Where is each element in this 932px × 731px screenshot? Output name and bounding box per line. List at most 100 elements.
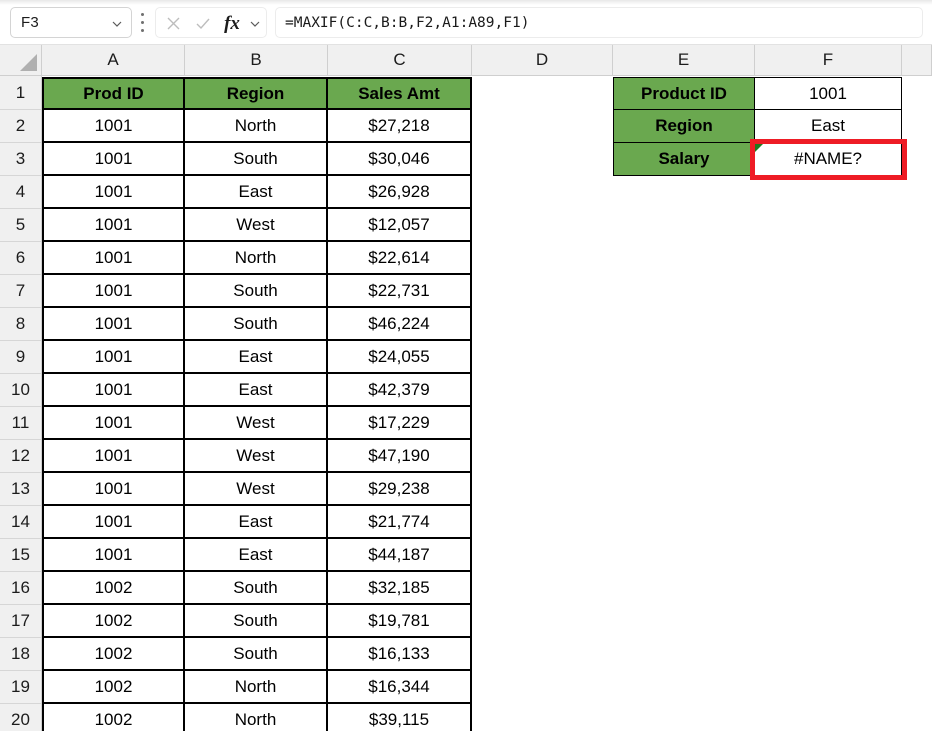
row-header-14[interactable]: 14 (0, 506, 41, 539)
table-cell[interactable]: East (185, 539, 328, 572)
row-header-2[interactable]: 2 (0, 110, 41, 143)
table-cell[interactable]: 1001 (42, 539, 185, 572)
row-header-9[interactable]: 9 (0, 341, 41, 374)
table-cell[interactable]: $24,055 (328, 341, 472, 374)
table-cell[interactable]: West (185, 473, 328, 506)
table-cell[interactable]: East (185, 506, 328, 539)
column-header-c[interactable]: C (328, 45, 472, 75)
row-header-6[interactable]: 6 (0, 242, 41, 275)
column-header-d[interactable]: D (472, 45, 613, 75)
row-header-19[interactable]: 19 (0, 671, 41, 704)
column-header-e[interactable]: E (613, 45, 755, 75)
table-cell[interactable]: South (185, 275, 328, 308)
table-cell[interactable]: $42,379 (328, 374, 472, 407)
check-icon[interactable] (188, 8, 218, 39)
column-header-f[interactable]: F (755, 45, 902, 75)
table-cell[interactable]: $21,774 (328, 506, 472, 539)
row-header-20[interactable]: 20 (0, 704, 41, 731)
table-cell[interactable]: North (185, 242, 328, 275)
error-value-cell[interactable]: #NAME? (755, 143, 902, 176)
table-cell[interactable]: 1002 (42, 605, 185, 638)
row-header-16[interactable]: 16 (0, 572, 41, 605)
table-cell[interactable]: 1001 (42, 110, 185, 143)
name-box[interactable]: F3 (10, 7, 132, 38)
lookup-label-cell[interactable]: Salary (613, 143, 755, 176)
table-cell[interactable]: $17,229 (328, 407, 472, 440)
chevron-down-icon[interactable] (112, 19, 122, 29)
table-cell[interactable]: 1001 (42, 143, 185, 176)
kebab-menu-icon[interactable] (141, 13, 145, 32)
row-header-17[interactable]: 17 (0, 605, 41, 638)
table-cell[interactable]: $46,224 (328, 308, 472, 341)
table-cell[interactable]: South (185, 143, 328, 176)
table-cell[interactable]: $30,046 (328, 143, 472, 176)
table-cell[interactable]: 1001 (42, 341, 185, 374)
row-header-11[interactable]: 11 (0, 407, 41, 440)
formula-input[interactable]: =MAXIF(C:C,B:B,F2,A1:A89,F1) (275, 7, 923, 38)
row-header-13[interactable]: 13 (0, 473, 41, 506)
table-cell[interactable]: 1001 (42, 242, 185, 275)
row-header-18[interactable]: 18 (0, 638, 41, 671)
table-cell[interactable]: $16,344 (328, 671, 472, 704)
table-cell[interactable]: $16,133 (328, 638, 472, 671)
table-header-cell[interactable]: Prod ID (42, 77, 185, 110)
table-cell[interactable]: $12,057 (328, 209, 472, 242)
table-cell[interactable]: 1001 (42, 440, 185, 473)
table-cell[interactable]: South (185, 572, 328, 605)
row-header-3[interactable]: 3 (0, 143, 41, 176)
table-header-cell[interactable]: Region (185, 77, 328, 110)
table-cell[interactable]: South (185, 638, 328, 671)
table-cell[interactable]: South (185, 308, 328, 341)
table-cell[interactable]: 1001 (42, 308, 185, 341)
table-cell[interactable]: $32,185 (328, 572, 472, 605)
table-cell[interactable]: 1001 (42, 407, 185, 440)
table-cell[interactable]: 1001 (42, 473, 185, 506)
table-cell[interactable]: 1001 (42, 506, 185, 539)
column-header-b[interactable]: B (185, 45, 328, 75)
select-all-corner-icon[interactable] (0, 45, 42, 75)
row-header-5[interactable]: 5 (0, 209, 41, 242)
table-cell[interactable]: $47,190 (328, 440, 472, 473)
table-header-cell[interactable]: Sales Amt (328, 77, 472, 110)
table-cell[interactable]: $44,187 (328, 539, 472, 572)
x-icon[interactable] (158, 8, 188, 39)
table-cell[interactable]: 1002 (42, 638, 185, 671)
table-cell[interactable]: $19,781 (328, 605, 472, 638)
column-header-g[interactable] (902, 45, 932, 75)
table-cell[interactable]: West (185, 209, 328, 242)
table-cell[interactable]: $39,115 (328, 704, 472, 731)
table-cell[interactable]: $22,614 (328, 242, 472, 275)
column-header-a[interactable]: A (42, 45, 185, 75)
table-cell[interactable]: North (185, 704, 328, 731)
table-cell[interactable]: 1001 (42, 374, 185, 407)
table-cell[interactable]: $27,218 (328, 110, 472, 143)
row-header-12[interactable]: 12 (0, 440, 41, 473)
table-cell[interactable]: 1002 (42, 671, 185, 704)
table-cell[interactable]: 1002 (42, 572, 185, 605)
table-cell[interactable]: $26,928 (328, 176, 472, 209)
table-cell[interactable]: 1001 (42, 275, 185, 308)
lookup-label-cell[interactable]: Product ID (613, 77, 755, 110)
table-cell[interactable]: $29,238 (328, 473, 472, 506)
table-cell[interactable]: West (185, 440, 328, 473)
table-cell[interactable]: 1002 (42, 704, 185, 731)
table-cell[interactable]: South (185, 605, 328, 638)
row-header-4[interactable]: 4 (0, 176, 41, 209)
row-header-7[interactable]: 7 (0, 275, 41, 308)
table-cell[interactable]: North (185, 110, 328, 143)
row-header-10[interactable]: 10 (0, 374, 41, 407)
table-cell[interactable]: West (185, 407, 328, 440)
table-cell[interactable]: East (185, 341, 328, 374)
row-header-8[interactable]: 8 (0, 308, 41, 341)
table-cell[interactable]: East (185, 374, 328, 407)
row-header-1[interactable]: 1 (0, 77, 41, 110)
table-cell[interactable]: $22,731 (328, 275, 472, 308)
table-cell[interactable]: North (185, 671, 328, 704)
table-cell[interactable]: 1001 (42, 176, 185, 209)
fx-icon[interactable]: fx (218, 8, 246, 39)
table-cell[interactable]: East (185, 176, 328, 209)
chevron-down-icon[interactable] (244, 8, 266, 39)
lookup-value-cell[interactable]: 1001 (755, 77, 902, 110)
lookup-value-cell[interactable]: East (755, 110, 902, 143)
row-header-15[interactable]: 15 (0, 539, 41, 572)
